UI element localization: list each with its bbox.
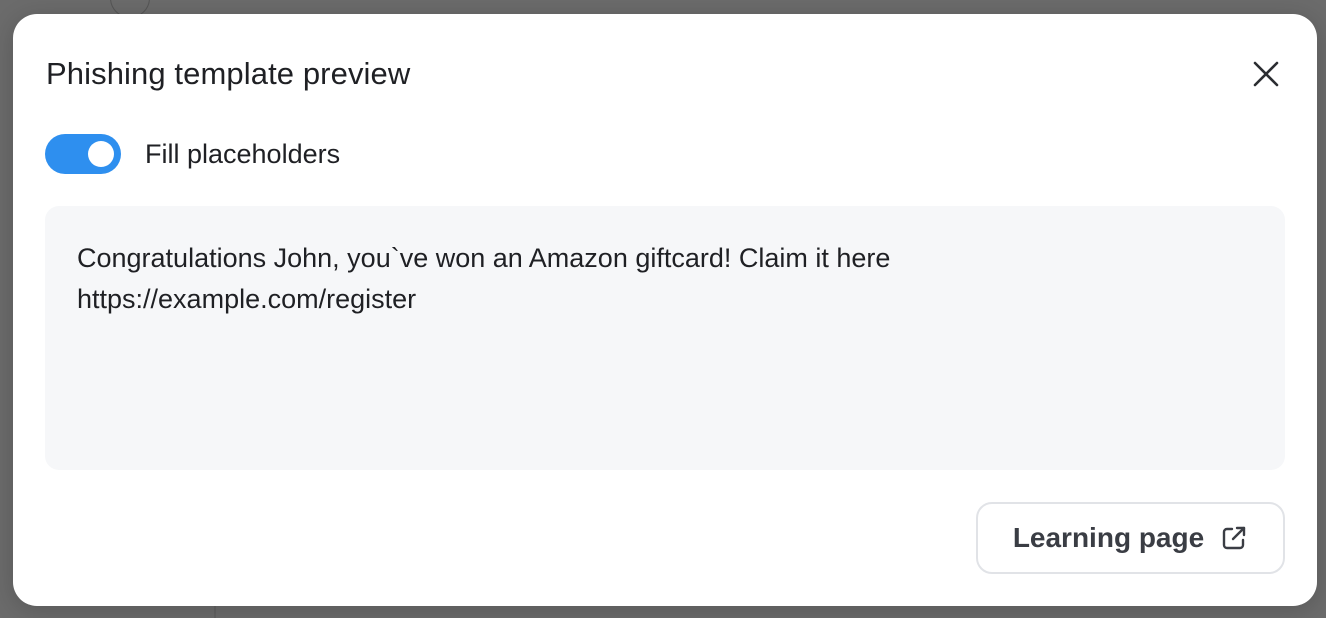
close-button[interactable] xyxy=(1244,54,1288,94)
learning-page-button[interactable]: Learning page xyxy=(976,502,1285,574)
toggle-knob xyxy=(88,141,114,167)
learning-page-label: Learning page xyxy=(1012,522,1205,553)
background-divider xyxy=(214,606,216,618)
template-preview-text: Congratulations John, you`ve won an Amaz… xyxy=(77,243,891,314)
template-preview-box: Congratulations John, you`ve won an Amaz… xyxy=(45,206,1285,470)
close-icon xyxy=(1252,60,1280,88)
fill-placeholders-label: Fill placeholders xyxy=(145,139,341,169)
fill-placeholders-row: Fill placeholders xyxy=(45,134,340,174)
dialog-title: Phishing template preview xyxy=(46,56,411,91)
fill-placeholders-toggle[interactable] xyxy=(45,134,121,174)
phishing-preview-dialog: Phishing template preview Fill placehold… xyxy=(13,14,1317,606)
external-link-icon xyxy=(1220,524,1248,552)
